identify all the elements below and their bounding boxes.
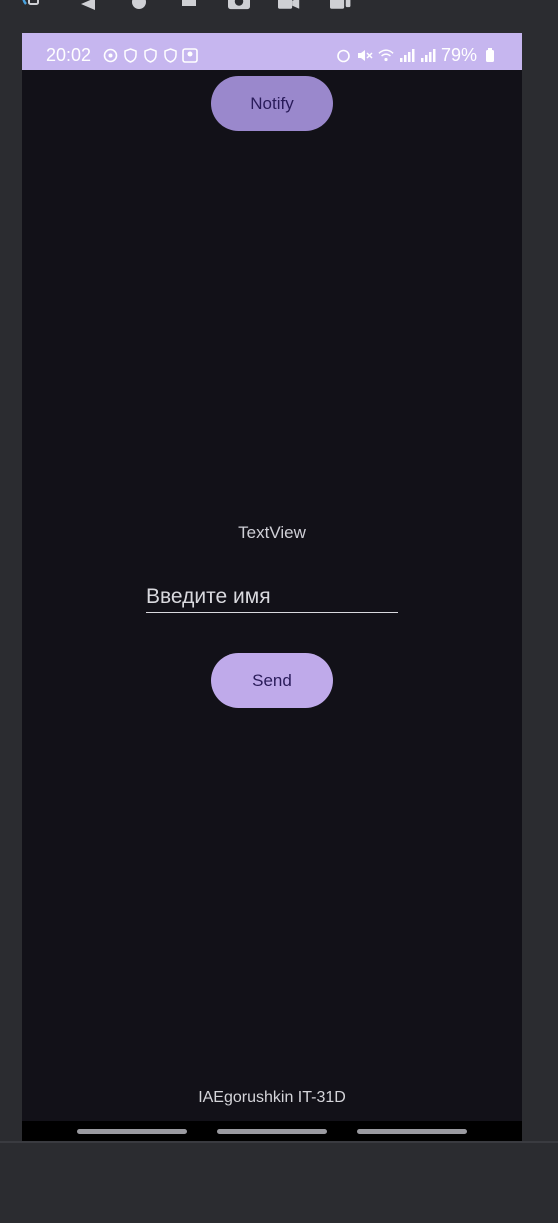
notification-icon	[102, 47, 118, 63]
nav-handle-right[interactable]	[357, 1129, 467, 1134]
device-screen: 20:02 79% Notify TextView Введите имя Se…	[22, 33, 522, 1141]
shield-icon	[142, 47, 158, 63]
footer-text: IAEgorushkin IT-31D	[198, 1089, 346, 1106]
extended-controls-icon[interactable]	[330, 0, 352, 12]
back-icon[interactable]	[77, 0, 99, 12]
battery-percent: 79%	[440, 45, 477, 65]
textview-label: TextView	[238, 523, 306, 542]
signal-icon	[420, 48, 436, 64]
gallery-icon	[182, 47, 198, 63]
wifi-icon	[378, 48, 394, 64]
nav-handle-left[interactable]	[77, 1129, 187, 1134]
screenrecord-icon[interactable]	[278, 0, 300, 12]
status-time: 20:02	[46, 45, 92, 65]
shield-icon	[162, 47, 178, 63]
send-button[interactable]: Send	[211, 653, 333, 708]
battery-icon	[482, 48, 498, 64]
rotate-icon[interactable]	[20, 0, 42, 12]
status-left-icons	[102, 47, 198, 63]
emulator-bottom-panel	[0, 1143, 558, 1223]
camera-icon[interactable]	[228, 0, 250, 12]
home-icon[interactable]	[128, 0, 150, 12]
alarm-icon	[336, 48, 352, 64]
shield-icon	[122, 47, 138, 63]
status-bar: 20:02 79%	[22, 33, 522, 70]
mute-icon	[357, 48, 373, 64]
notify-button[interactable]: Notify	[211, 76, 333, 131]
name-input[interactable]	[146, 581, 398, 613]
nav-handle-center[interactable]	[217, 1129, 327, 1134]
emulator-toolbar	[0, 0, 558, 32]
overview-icon[interactable]	[178, 0, 200, 12]
status-right: 79%	[336, 45, 498, 66]
navigation-gesture-bar	[22, 1121, 522, 1141]
signal-icon	[399, 48, 415, 64]
